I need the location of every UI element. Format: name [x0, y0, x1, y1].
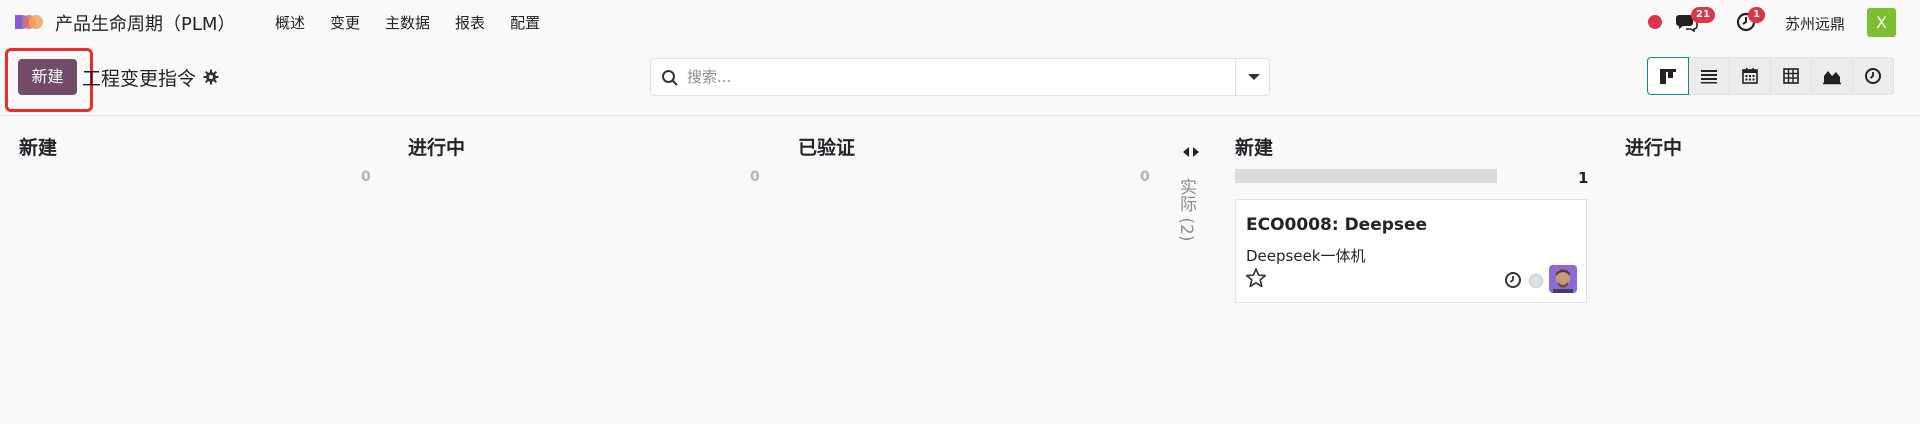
- user-photo-icon: [1549, 265, 1577, 293]
- activity-view-button[interactable]: [1852, 57, 1894, 95]
- graph-view-button[interactable]: [1811, 57, 1853, 95]
- avatar[interactable]: [1549, 265, 1577, 293]
- main-menu: 概述 变更 主数据 报表 配置: [275, 12, 565, 33]
- graph-view-icon: [1823, 71, 1841, 85]
- top-navbar: 产品生命周期（PLM） 概述 变更 主数据 报表 配置: [0, 0, 1920, 46]
- breadcrumb[interactable]: 工程变更指令: [82, 64, 196, 91]
- column-title-in-progress-2[interactable]: 进行中: [1625, 133, 1682, 160]
- star-icon[interactable]: [1245, 267, 1267, 289]
- pivot-view-button[interactable]: [1770, 57, 1812, 95]
- column-title-new-2[interactable]: 新建: [1235, 133, 1273, 160]
- menu-item-configuration[interactable]: 配置: [510, 12, 540, 33]
- card-title: ECO0008: Deepsee: [1246, 215, 1428, 235]
- expand-arrows-icon: [1183, 147, 1199, 157]
- view-switcher: [1647, 57, 1894, 95]
- column-count-validated: 0: [1140, 169, 1150, 185]
- search-options-toggle[interactable]: [1235, 59, 1269, 95]
- column-count-in-progress: 0: [750, 169, 760, 185]
- pivot-view-icon: [1783, 68, 1799, 84]
- list-view-icon: [1701, 70, 1717, 84]
- status-dot[interactable]: [1529, 274, 1543, 288]
- column-title-validated[interactable]: 已验证: [798, 133, 855, 160]
- activity-view-icon: [1865, 68, 1881, 84]
- list-view-button[interactable]: [1688, 57, 1730, 95]
- card-product: Deepseek一体机: [1246, 247, 1366, 265]
- chat-badge: 21: [1691, 7, 1715, 23]
- column-count-new-2: 1: [1578, 169, 1589, 187]
- activity-badge: 1: [1748, 7, 1765, 23]
- company-switcher[interactable]: 苏州远鼎: [1785, 13, 1845, 34]
- search-icon: [662, 70, 678, 86]
- search-input[interactable]: [687, 59, 1227, 95]
- activity-clock-icon[interactable]: [1504, 271, 1522, 289]
- kanban-card[interactable]: ECO0008: Deepsee Deepseek一体机: [1235, 199, 1587, 303]
- gear-icon[interactable]: [203, 69, 219, 85]
- column-count-new: 0: [361, 169, 371, 185]
- app-title[interactable]: 产品生命周期（PLM）: [55, 10, 235, 36]
- app-logo-icon[interactable]: [14, 10, 48, 34]
- menu-item-overview[interactable]: 概述: [275, 12, 305, 33]
- calendar-view-button[interactable]: [1729, 57, 1771, 95]
- column-title-new[interactable]: 新建: [19, 133, 57, 160]
- user-avatar[interactable]: X: [1867, 8, 1896, 37]
- folded-column-label[interactable]: 实际 (2): [1174, 178, 1199, 241]
- menu-item-master-data[interactable]: 主数据: [385, 12, 430, 33]
- kanban-view-button[interactable]: [1647, 57, 1689, 95]
- calendar-view-icon: [1742, 68, 1758, 84]
- column-progress-bar[interactable]: [1235, 169, 1497, 183]
- column-title-in-progress[interactable]: 进行中: [408, 133, 465, 160]
- menu-item-reports[interactable]: 报表: [455, 12, 485, 33]
- menu-item-changes[interactable]: 变更: [330, 12, 360, 33]
- recording-indicator-icon[interactable]: [1648, 15, 1662, 29]
- kanban-view-icon: [1660, 69, 1676, 84]
- search-bar: [650, 58, 1270, 96]
- chevron-down-icon: [1248, 74, 1260, 80]
- highlight-box: [5, 48, 93, 112]
